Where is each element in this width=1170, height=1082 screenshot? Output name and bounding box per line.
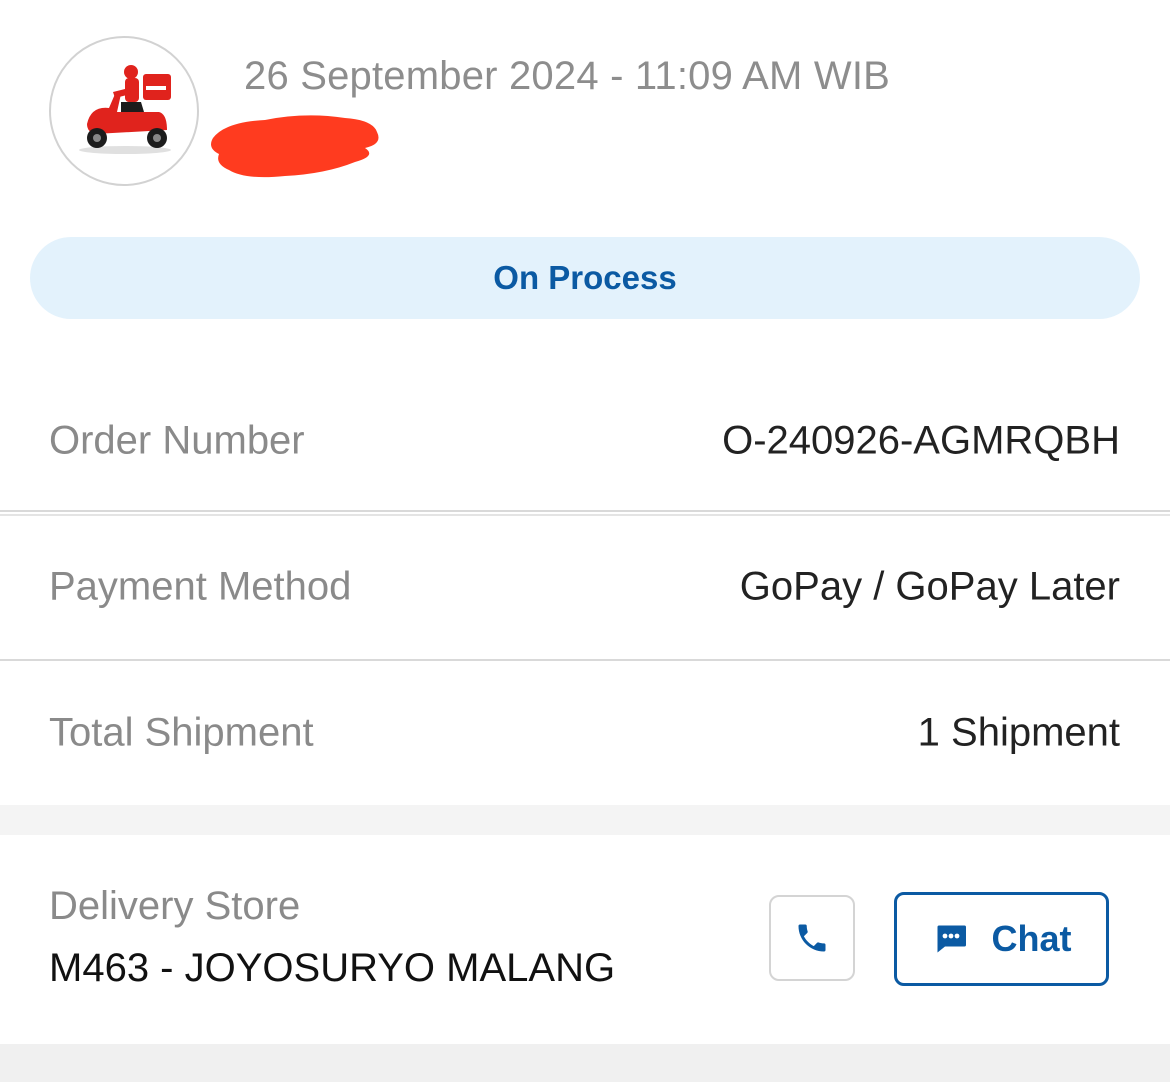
order-header: 26 September 2024 - 11:09 AM WIB	[0, 0, 1170, 205]
delivery-store-label: Delivery Store	[49, 884, 301, 928]
order-number-value: O-240926-AGMRQBH	[722, 418, 1120, 462]
section-separator	[0, 805, 1170, 835]
order-status-badge: On Process	[30, 237, 1140, 319]
redaction-mark	[211, 115, 379, 178]
order-datetime: 26 September 2024 - 11:09 AM WIB	[244, 54, 891, 98]
payment-method-label: Payment Method	[49, 564, 352, 608]
order-status-label: On Process	[493, 259, 677, 296]
total-shipment-value: 1 Shipment	[917, 710, 1120, 754]
call-store-button[interactable]	[769, 895, 855, 981]
phone-icon	[798, 924, 826, 952]
total-shipment-label: Total Shipment	[49, 710, 314, 754]
delivery-scooter-icon	[49, 36, 199, 186]
total-shipment-row: Total Shipment 1 Shipment	[0, 660, 1170, 805]
chat-button[interactable]: Chat	[894, 892, 1109, 986]
divider	[0, 510, 1170, 512]
chat-bubble-icon	[937, 925, 966, 953]
bottom-separator	[0, 1044, 1170, 1082]
chat-button-label: Chat	[991, 918, 1072, 959]
order-number-row: Order Number O-240926-AGMRQBH	[0, 368, 1170, 513]
payment-method-value: GoPay / GoPay Later	[739, 564, 1120, 608]
delivery-store-name: M463 - JOYOSURYO MALANG	[49, 946, 616, 990]
order-number-label: Order Number	[49, 418, 305, 462]
payment-method-row: Payment Method GoPay / GoPay Later	[0, 514, 1170, 659]
